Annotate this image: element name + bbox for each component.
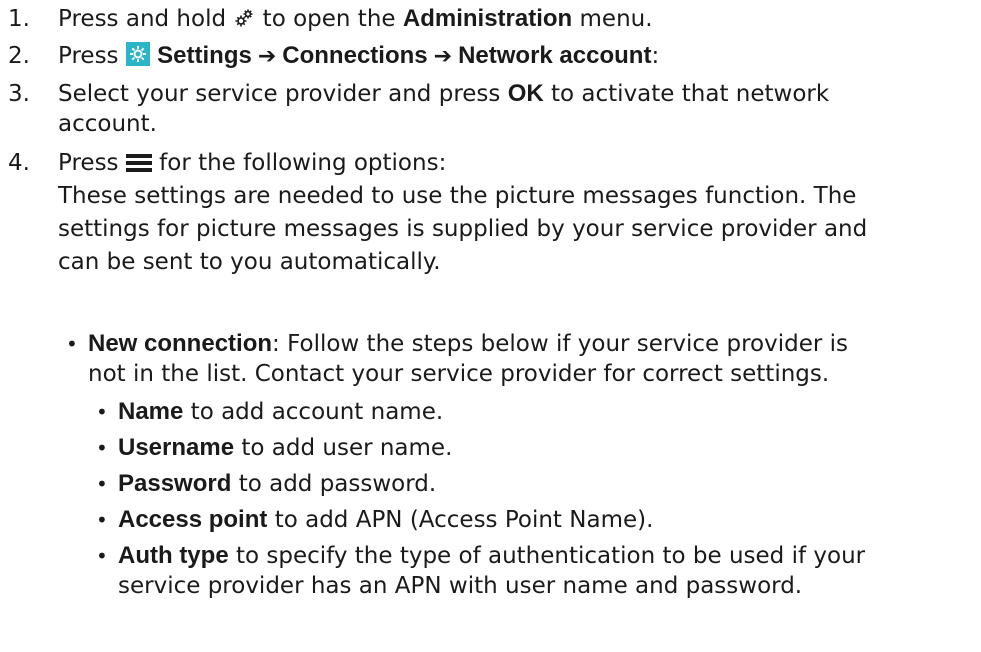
settings-gear-icon xyxy=(125,42,150,74)
bullet-dot: • xyxy=(96,436,108,460)
manual-page: 1. Press and hold to open the Administra… xyxy=(0,0,981,652)
step-text: Select your service provider and press O… xyxy=(58,80,830,137)
step-number: 4. xyxy=(8,150,30,176)
bullet-dot: • xyxy=(96,400,108,424)
description-paragraph: These settings are needed to use the pic… xyxy=(58,183,868,275)
step-number: 2. xyxy=(8,43,30,69)
bullet-dot: • xyxy=(96,508,108,532)
bullet-dot: • xyxy=(96,472,108,496)
step-text: Press for the following options: xyxy=(58,148,948,181)
step-number: 3. xyxy=(8,81,30,107)
step-text: Press Settings ➔ Connections ➔ Network accou… xyxy=(58,41,948,74)
gear-cluster-icon xyxy=(233,7,255,37)
bullet-dot: • xyxy=(66,332,78,356)
step-number: 1. xyxy=(8,6,30,32)
arrow-icon: ➔ xyxy=(257,44,277,69)
arrow-icon: ➔ xyxy=(433,44,453,69)
step-text: Press and hold to open the Administratio… xyxy=(58,4,948,37)
menu-icon xyxy=(125,151,152,181)
bullet-dot: • xyxy=(96,544,108,568)
